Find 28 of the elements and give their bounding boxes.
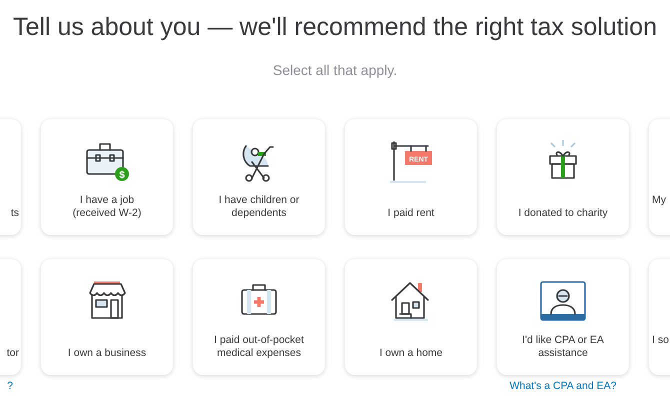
option-label: I paid rent [388,207,434,220]
option-card[interactable]: I donated to charity [497,119,629,235]
option-card[interactable]: I paid out-of-pocket medical expenses [193,259,325,375]
option-label: ts [10,207,19,220]
option-card[interactable]: I have children or dependents [193,119,325,235]
option-label: My [652,194,666,207]
option-card[interactable]: I so [649,259,670,375]
option-card[interactable]: $ I have a job (received W-2) [41,119,173,235]
advisor-screen-icon [538,278,588,324]
help-link[interactable]: ? [7,380,13,393]
option-label: I donated to charity [518,207,608,220]
page-heading: Tell us about you — we'll recommend the right tax solution [12,12,658,43]
option-label: I'd like CPA or EA assistance [521,334,605,360]
option-label: I paid out-of-pocket medical expenses [213,334,305,360]
option-card[interactable]: My [649,119,670,235]
page-subheading: Select all that apply. [272,61,398,79]
option-card[interactable]: I own a business [41,259,173,375]
option-label: I own a home [379,347,443,360]
option-card[interactable]: tor [0,259,21,375]
option-label: I have children or dependents [218,194,300,220]
option-card[interactable]: I'd like CPA or EA assistance [497,259,629,375]
option-label: I own a business [68,347,146,360]
option-label: tor [6,347,19,360]
option-label: I have a job (received W-2) [72,194,142,220]
option-label: I so [652,334,669,347]
help-link[interactable]: What's a CPA and EA? [510,380,616,393]
option-card[interactable]: ts [0,119,21,235]
option-card[interactable]: I own a home [345,259,477,375]
